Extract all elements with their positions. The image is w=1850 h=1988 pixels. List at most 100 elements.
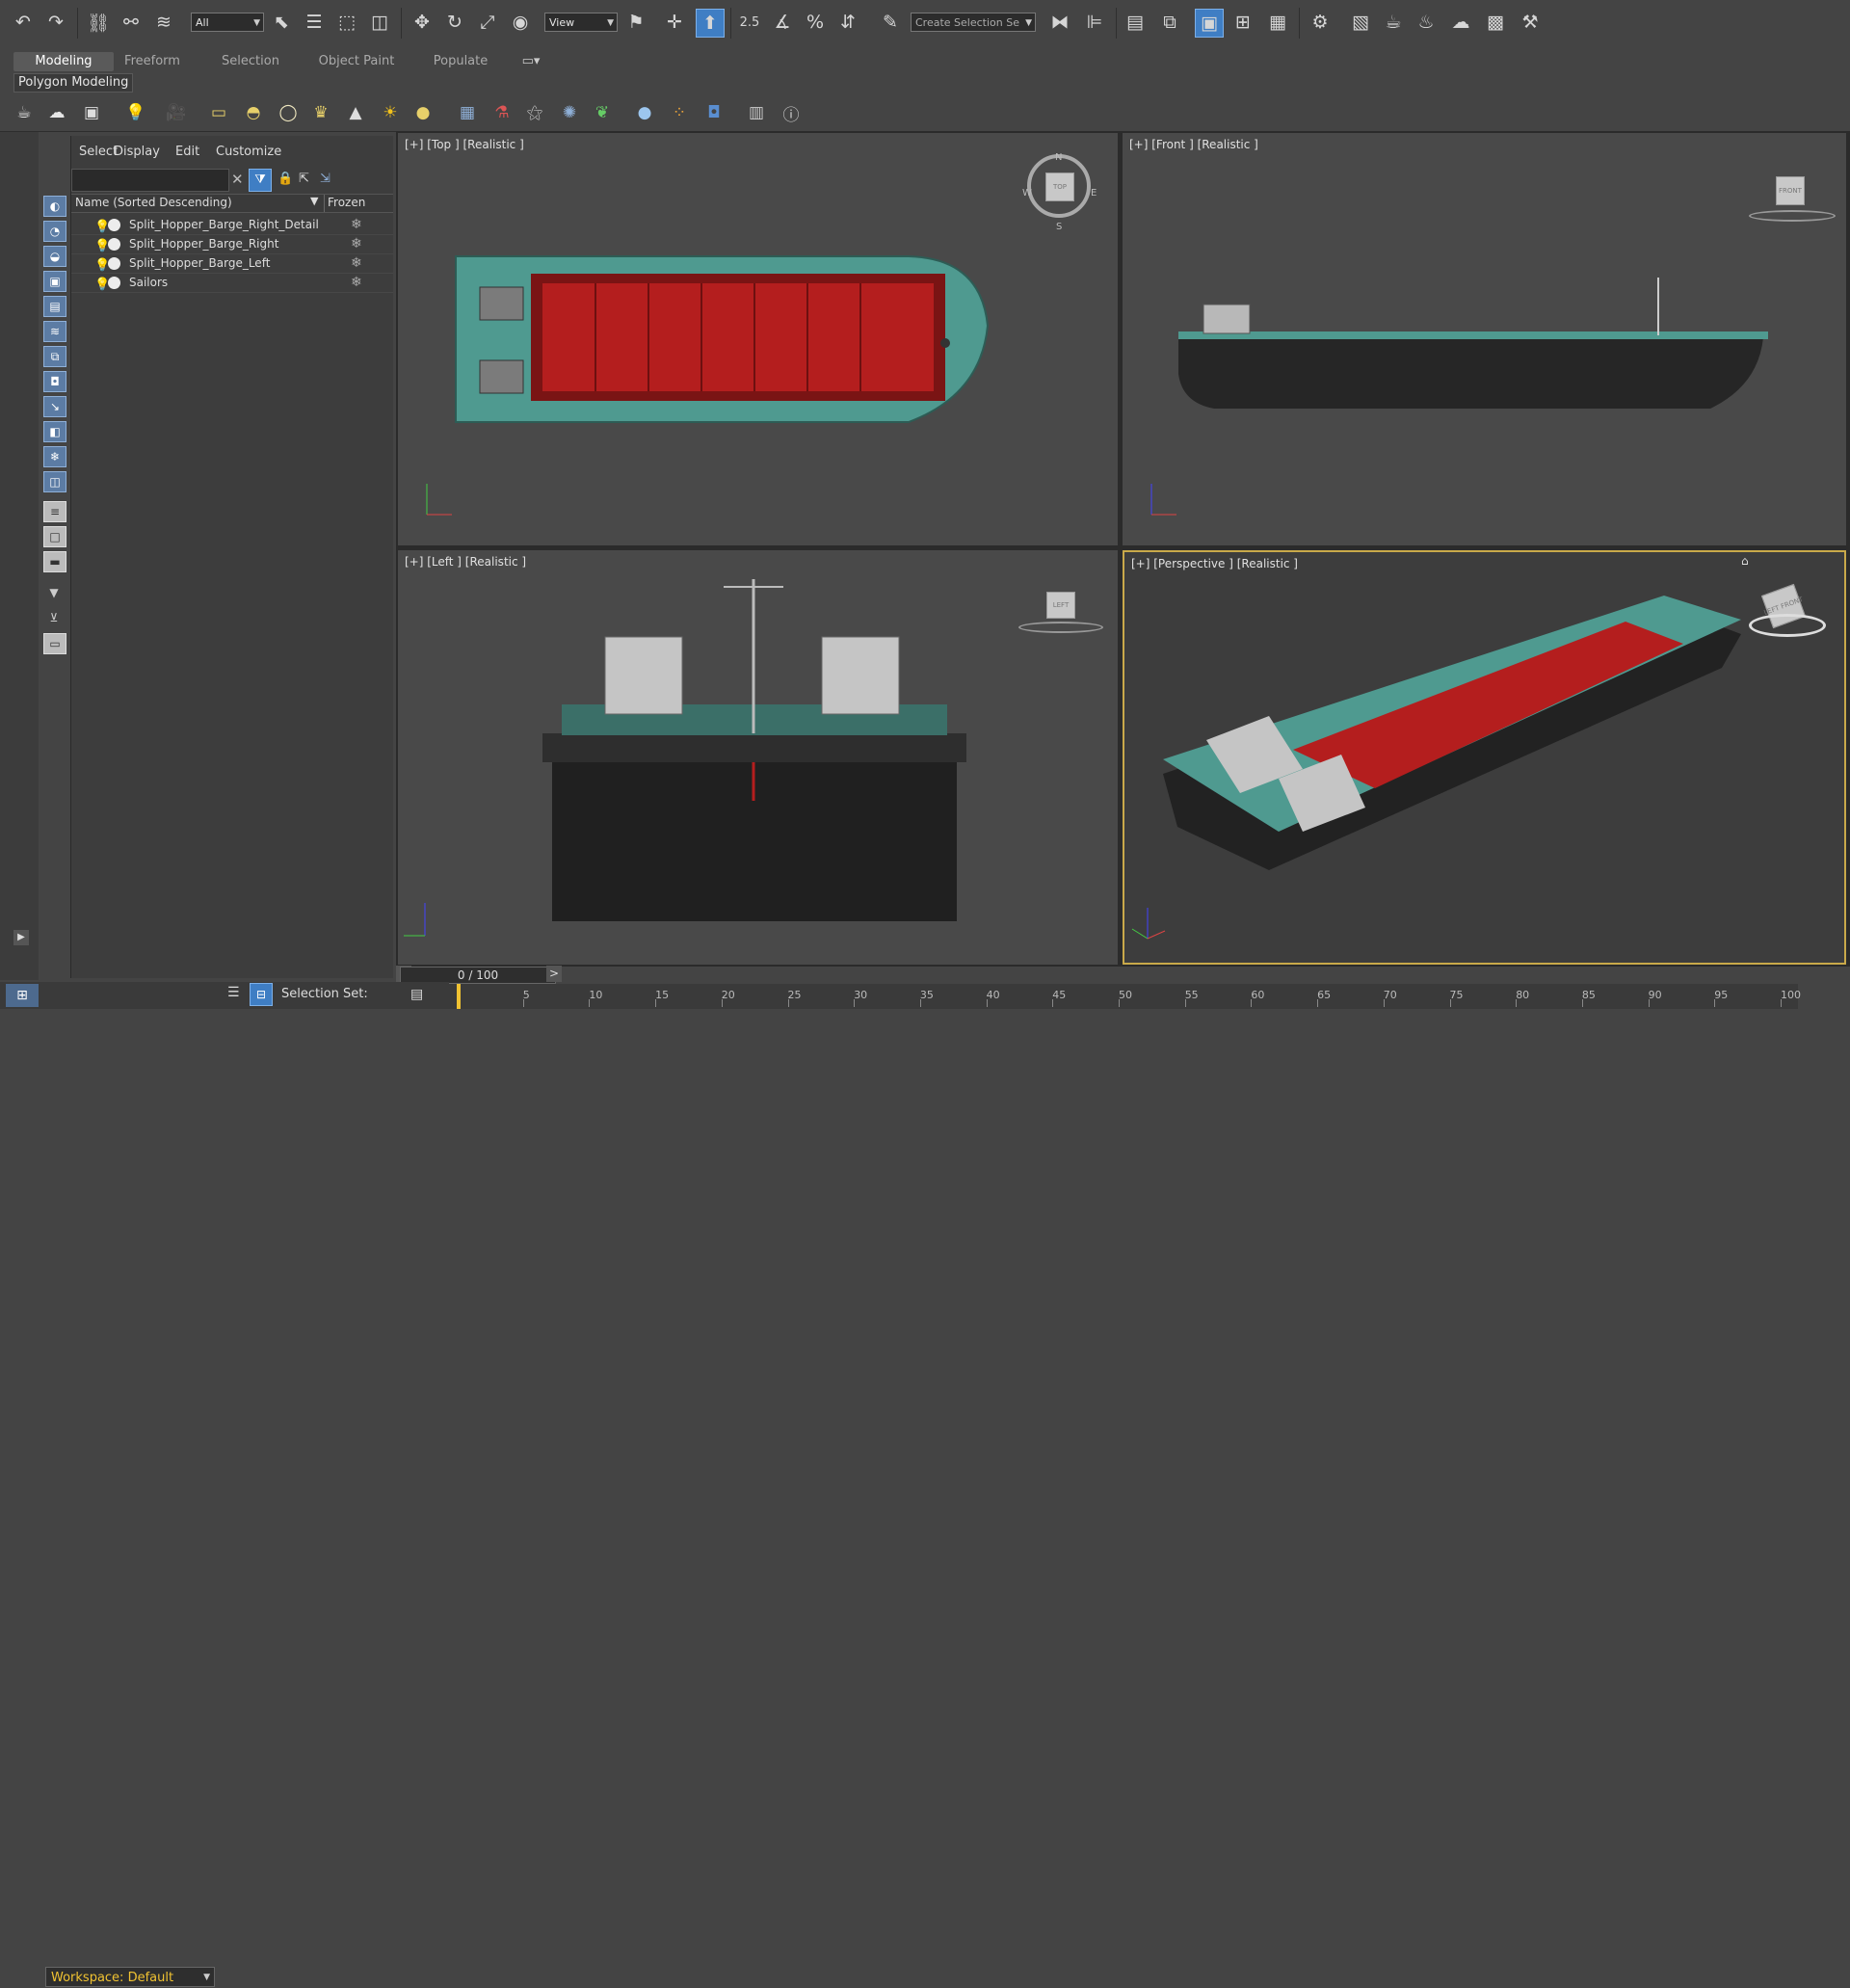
render-orb-icon[interactable] [108,238,120,251]
foliage-icon[interactable]: ❦ [590,100,615,125]
undo-icon[interactable]: ↶ [10,9,37,36]
workspace-dropdown[interactable]: Workspace: Default ▼ [45,1967,215,1987]
filter-toggle-icon[interactable]: ⧩ [249,169,272,192]
selection-lock-icon[interactable]: ⊟ [250,983,273,1006]
grid-helper-icon[interactable]: ▦ [455,100,480,125]
clear-search-icon[interactable]: ✕ [231,171,244,188]
material-sphere-icon[interactable]: ● [632,100,657,125]
image-plane-icon[interactable]: ▣ [79,100,104,125]
xrefs-filter-icon[interactable]: ◘ [43,371,66,392]
filter-icon[interactable]: ▼ [43,583,65,602]
help-icon[interactable]: ⓘ [779,100,804,125]
scale-icon[interactable]: ⤢ [474,9,501,36]
ribbon-options-icon[interactable]: ▭▾ [516,52,545,71]
particles-icon[interactable]: ✺ [557,100,582,125]
viewcube-top[interactable]: TOP [1045,172,1074,201]
hidden-filter-icon[interactable]: ◫ [43,471,66,492]
pivot-icon[interactable]: ⚑ [622,9,649,36]
angle-snap-icon[interactable]: ∡ [769,9,796,36]
table-row[interactable]: 💡 Sailors ❄ [71,273,393,293]
menu-customize[interactable]: Customize [216,145,281,159]
rotate-icon[interactable]: ↻ [441,9,468,36]
tab-modeling[interactable]: Modeling [13,52,114,71]
bones-filter-icon[interactable]: ↘ [43,396,66,417]
render-region-icon[interactable]: ◘ [701,100,727,125]
viewport-left[interactable]: [+] [Left ] [Realistic ] LEFT [398,550,1118,965]
sun-icon[interactable]: ☀ [378,100,403,125]
lights-icon[interactable]: 💡 [123,100,148,125]
hammer-icon[interactable]: ⚒ [1517,9,1544,36]
plane-light-icon[interactable]: ▭ [206,100,231,125]
display-none-icon[interactable]: □ [43,526,66,547]
lamp-icon[interactable]: ♛ [308,100,333,125]
freeze-icon[interactable]: ❄ [351,215,362,234]
viewcube-front[interactable]: FRONT [1776,176,1805,205]
toggle-ribbon-icon[interactable]: ⧉ [1156,9,1183,36]
render-production-icon[interactable]: ♨ [1413,9,1440,36]
viewcube-left[interactable]: LEFT [1046,592,1075,619]
helper-icon[interactable]: ⚝ [522,100,547,125]
table-row[interactable]: 💡 Split_Hopper_Barge_Right ❄ [71,234,393,254]
layer-explorer-icon[interactable]: ▤ [1122,9,1149,36]
freeze-icon[interactable]: ❄ [351,273,362,292]
sphere-light-icon[interactable]: ◯ [276,100,301,125]
cameras-filter-icon[interactable]: ▣ [43,271,66,292]
link-icon[interactable]: ⛓ [85,9,112,36]
align-icon[interactable]: ⊫ [1081,9,1108,36]
teapot-icon[interactable]: ☕ [12,100,37,125]
viewport-perspective[interactable]: [+] [Perspective ] [Realistic ] LEFT FRO… [1123,550,1846,965]
shapes-icon[interactable]: ☁ [44,100,69,125]
rect-region-icon[interactable]: ⬚ [333,9,360,36]
time-next-button[interactable]: > [546,966,562,982]
timeline-toggle-icon[interactable]: ▤ [410,987,423,1002]
curve-editor-icon[interactable]: ▣ [1195,9,1224,38]
manipulate-icon[interactable]: ✛ [661,9,688,36]
place-icon[interactable]: ◉ [507,9,534,36]
selection-filter-dropdown[interactable]: All ▼ [191,13,264,32]
move-icon[interactable]: ✥ [409,9,436,36]
camera-icon[interactable]: 🎥 [164,100,189,125]
lock-icon[interactable]: 🔒 [278,172,293,186]
dome-light-icon[interactable]: ◓ [241,100,266,125]
material-editor-icon[interactable]: ▦ [1264,9,1291,36]
shapes-filter-icon[interactable]: ◔ [43,221,66,242]
layer-filter-icon[interactable]: ⊻ [43,608,65,627]
spacewarps-filter-icon[interactable]: ≋ [43,321,66,342]
scene-converter-icon[interactable]: ▥ [744,100,769,125]
tab-object-paint[interactable]: Object Paint [308,52,405,71]
redo-icon[interactable]: ↷ [42,9,69,36]
dynamics-icon[interactable]: ⚗ [489,100,515,125]
select-object-icon[interactable]: ⬉ [268,9,295,36]
named-selection-set-input[interactable]: Create Selection Se ▼ [911,13,1036,32]
freeze-icon[interactable]: ❄ [351,234,362,253]
freeze-icon[interactable]: ❄ [351,253,362,273]
render-orb-icon[interactable] [108,257,120,270]
menu-edit[interactable]: Edit [175,145,199,159]
geometry-filter-icon[interactable]: ◐ [43,196,66,217]
column-frozen-header[interactable]: Frozen [328,196,365,209]
keyboard-shortcut-icon[interactable]: ⬆ [696,9,725,38]
snap-icon[interactable]: 2.5 [736,9,763,36]
display-all-icon[interactable]: ≡ [43,501,66,522]
render-online-icon[interactable]: ☁ [1447,9,1474,36]
sort-desc-icon[interactable]: ▼ [310,195,318,207]
helpers-filter-icon[interactable]: ▤ [43,296,66,317]
reference-coordinate-dropdown[interactable]: View ▼ [544,13,618,32]
menu-select[interactable]: Select [79,145,118,159]
containers-filter-icon[interactable]: ◧ [43,421,66,442]
percent-snap-icon[interactable]: % [802,9,829,36]
viewcube-ring[interactable] [1749,614,1826,637]
render-setup-icon[interactable]: ⚙ [1307,9,1334,36]
polygon-modeling-panel[interactable]: Polygon Modeling [13,73,134,93]
home-icon[interactable]: ⌂ [1741,554,1749,568]
viewport-layout-icon[interactable]: ⊞ [6,984,39,1007]
tab-populate[interactable]: Populate [422,52,499,71]
window-crossing-icon[interactable]: ◫ [366,9,393,36]
invert-display-icon[interactable]: ▬ [43,551,66,572]
table-row[interactable]: 💡 Split_Hopper_Barge_Right_Detail ❄ [71,215,393,235]
table-row[interactable]: 💡 Split_Hopper_Barge_Left ❄ [71,253,393,274]
schematic-view-icon[interactable]: ⊞ [1229,9,1256,36]
layers-icon[interactable]: ☰ [227,985,240,1000]
render-orb-icon[interactable] [108,219,120,231]
layer-sort-icon[interactable]: ⇲ [320,172,330,186]
